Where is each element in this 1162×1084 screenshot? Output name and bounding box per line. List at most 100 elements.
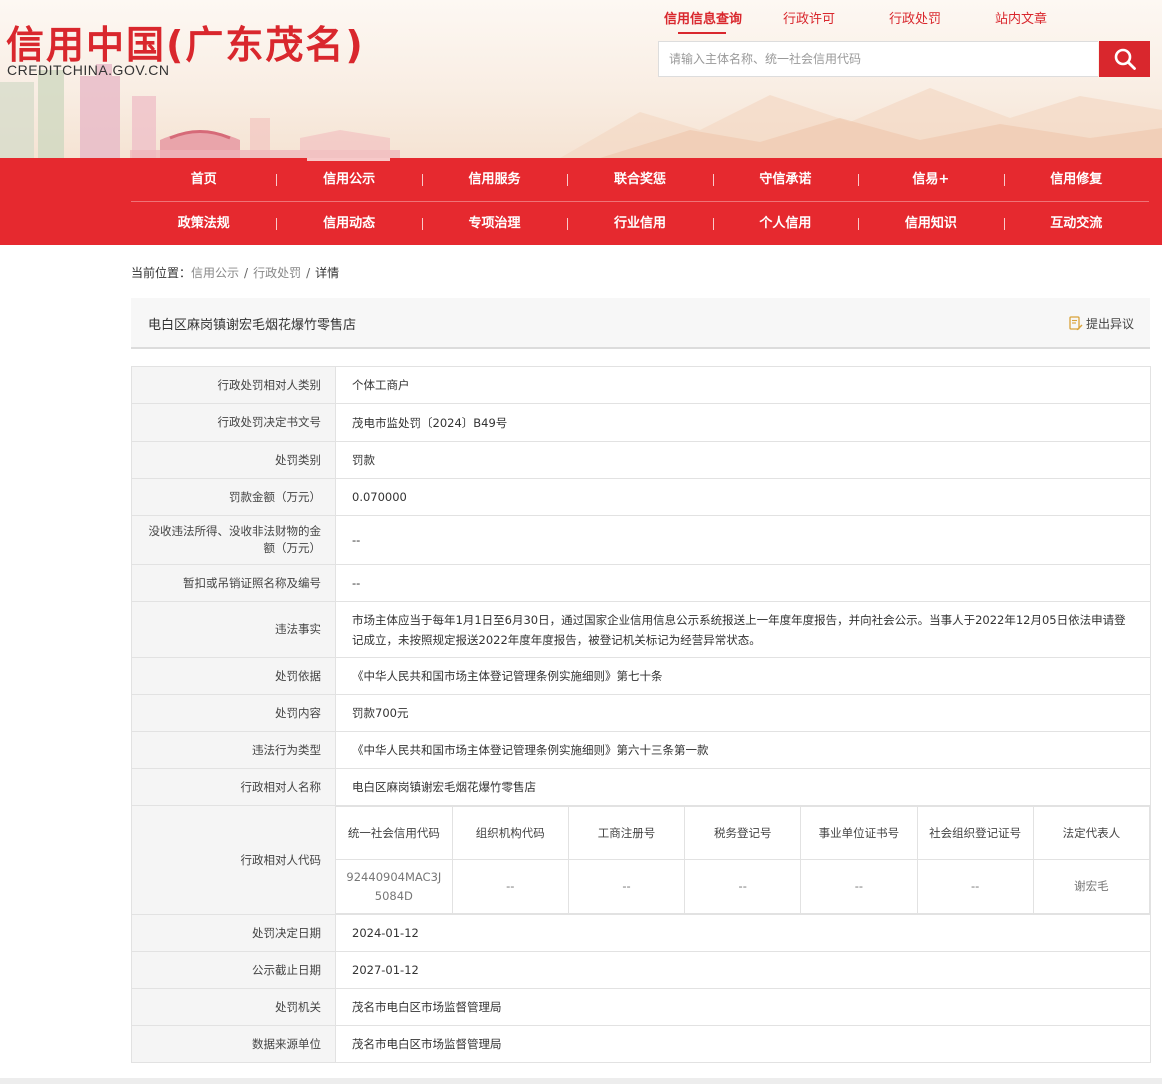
codes-header: 法定代表人 bbox=[1032, 806, 1151, 860]
detail-row: 违法事实 市场主体应当于每年1月1日至6月30日，通过国家企业信用信息公示系统报… bbox=[131, 601, 1151, 658]
nav-item-xinyi-plus[interactable]: 信易+ bbox=[858, 158, 1003, 201]
field-label: 行政相对人名称 bbox=[131, 768, 336, 806]
detail-row: 违法行为类型 《中华人民共和国市场主体登记管理条例实施细则》第六十三条第一款 bbox=[131, 731, 1151, 769]
record-title-bar: 电白区麻岗镇谢宏毛烟花爆竹零售店 提出异议 bbox=[131, 298, 1150, 349]
nav-item-home[interactable]: 首页 bbox=[131, 158, 276, 201]
breadcrumb-separator: / bbox=[244, 266, 249, 280]
detail-row: 处罚内容 罚款700元 bbox=[131, 694, 1151, 732]
top-link-admin-penalty[interactable]: 行政处罚 bbox=[862, 8, 968, 27]
site-header: 信用中国(广东茂名) CREDITCHINA.GOV.CN 信用信息查询 行政许… bbox=[0, 0, 1162, 158]
main-nav-row-2: 政策法规 信用动态 专项治理 行业信用 个人信用 信用知识 互动交流 bbox=[131, 202, 1149, 245]
field-label: 处罚类别 bbox=[131, 441, 336, 479]
field-label: 暂扣或吊销证照名称及编号 bbox=[131, 564, 336, 602]
footer-divider bbox=[0, 1078, 1162, 1084]
detail-row: 暂扣或吊销证照名称及编号 -- bbox=[131, 564, 1151, 602]
codes-value: -- bbox=[451, 859, 569, 914]
breadcrumb-link-credit-disclosure[interactable]: 信用公示 bbox=[191, 266, 239, 280]
nav-item-special-governance[interactable]: 专项治理 bbox=[421, 202, 567, 245]
site-logo-domain: CREDITCHINA.GOV.CN bbox=[7, 62, 170, 78]
record-title: 电白区麻岗镇谢宏毛烟花爆竹零售店 bbox=[148, 318, 357, 333]
field-value: 罚款700元 bbox=[335, 694, 1151, 732]
detail-row: 行政处罚相对人类别 个体工商户 bbox=[131, 366, 1151, 404]
field-label: 罚款金额（万元） bbox=[131, 478, 336, 516]
field-value: 《中华人民共和国市场主体登记管理条例实施细则》第六十三条第一款 bbox=[335, 731, 1151, 769]
nav-item-personal-credit[interactable]: 个人信用 bbox=[712, 202, 858, 245]
field-label: 违法行为类型 bbox=[131, 731, 336, 769]
penalty-detail-table: 行政处罚相对人类别 个体工商户 行政处罚决定书文号 茂电市监处罚〔2024〕B4… bbox=[131, 366, 1151, 1063]
field-value: 2027-01-12 bbox=[335, 951, 1151, 989]
detail-row: 处罚决定日期 2024-01-12 bbox=[131, 914, 1151, 952]
main-nav-row-1: 首页 信用公示 信用服务 联合奖惩 守信承诺 信易+ 信用修复 bbox=[131, 158, 1149, 202]
field-value: 茂电市监处罚〔2024〕B49号 bbox=[335, 403, 1151, 442]
field-value: 罚款 bbox=[335, 441, 1151, 479]
codes-value: -- bbox=[916, 859, 1034, 914]
detail-row: 行政处罚决定书文号 茂电市监处罚〔2024〕B49号 bbox=[131, 403, 1151, 442]
field-label: 行政处罚相对人类别 bbox=[131, 366, 336, 404]
field-label: 没收违法所得、没收非法财物的金额（万元） bbox=[131, 515, 336, 565]
field-label: 处罚机关 bbox=[131, 988, 336, 1026]
raise-objection-button[interactable]: 提出异议 bbox=[1069, 315, 1134, 332]
field-value: -- bbox=[335, 564, 1151, 602]
detail-row: 数据来源单位 茂名市电白区市场监督管理局 bbox=[131, 1025, 1151, 1063]
codes-table: 统一社会信用代码 组织机构代码 工商注册号 税务登记号 事业单位证书号 社会组织… bbox=[336, 806, 1151, 914]
main-nav: 首页 信用公示 信用服务 联合奖惩 守信承诺 信易+ 信用修复 政策法规 信用动… bbox=[0, 158, 1162, 245]
codes-cell: 统一社会信用代码 组织机构代码 工商注册号 税务登记号 事业单位证书号 社会组织… bbox=[335, 805, 1151, 915]
field-value: 个体工商户 bbox=[335, 366, 1151, 404]
search-bar bbox=[658, 41, 1150, 77]
nav-item-interaction[interactable]: 互动交流 bbox=[1003, 202, 1149, 245]
nav-item-joint-reward-punish[interactable]: 联合奖惩 bbox=[567, 158, 712, 201]
detail-row-codes: 行政相对人代码 统一社会信用代码 组织机构代码 工商注册号 税务登记号 事业单位… bbox=[131, 805, 1151, 915]
nav-item-credit-knowledge[interactable]: 信用知识 bbox=[858, 202, 1003, 245]
nav-item-industry-credit[interactable]: 行业信用 bbox=[567, 202, 712, 245]
codes-header: 组织机构代码 bbox=[451, 806, 569, 860]
codes-value: -- bbox=[800, 859, 918, 914]
nav-item-credit-commitment[interactable]: 守信承诺 bbox=[712, 158, 858, 201]
field-value: 《中华人民共和国市场主体登记管理条例实施细则》第七十条 bbox=[335, 657, 1151, 695]
field-label: 公示截止日期 bbox=[131, 951, 336, 989]
detail-row: 处罚依据 《中华人民共和国市场主体登记管理条例实施细则》第七十条 bbox=[131, 657, 1151, 695]
search-input[interactable] bbox=[658, 41, 1098, 77]
nav-item-credit-news[interactable]: 信用动态 bbox=[276, 202, 421, 245]
codes-header: 事业单位证书号 bbox=[800, 806, 918, 860]
codes-header: 税务登记号 bbox=[684, 806, 802, 860]
search-icon bbox=[1114, 48, 1136, 70]
document-edit-icon bbox=[1069, 316, 1083, 331]
codes-value-row: 92440904MAC3J5084D -- -- -- -- -- 谢宏毛 bbox=[336, 859, 1151, 914]
breadcrumb-prefix: 当前位置： bbox=[131, 266, 192, 280]
site-logo[interactable]: 信用中国(广东茂名) bbox=[6, 14, 365, 69]
codes-value-uscc: 92440904MAC3J5084D bbox=[336, 859, 453, 914]
top-nav: 信用信息查询 行政许可 行政处罚 站内文章 bbox=[650, 8, 1074, 34]
top-link-credit-query[interactable]: 信用信息查询 bbox=[650, 8, 756, 27]
codes-value: -- bbox=[567, 859, 686, 914]
detail-row: 处罚类别 罚款 bbox=[131, 441, 1151, 479]
nav-item-credit-repair[interactable]: 信用修复 bbox=[1003, 158, 1149, 201]
codes-value: -- bbox=[684, 859, 802, 914]
breadcrumb-separator: / bbox=[306, 266, 311, 280]
nav-item-policies[interactable]: 政策法规 bbox=[131, 202, 276, 245]
breadcrumb-link-admin-penalty[interactable]: 行政处罚 bbox=[253, 266, 301, 280]
detail-row: 公示截止日期 2027-01-12 bbox=[131, 951, 1151, 989]
top-link-admin-license[interactable]: 行政许可 bbox=[756, 8, 862, 27]
detail-row: 没收违法所得、没收非法财物的金额（万元） -- bbox=[131, 515, 1151, 565]
nav-item-credit-disclosure[interactable]: 信用公示 bbox=[276, 158, 421, 201]
detail-row: 罚款金额（万元） 0.070000 bbox=[131, 478, 1151, 516]
raise-objection-label: 提出异议 bbox=[1085, 317, 1134, 331]
search-button[interactable] bbox=[1099, 41, 1150, 77]
field-value: 市场主体应当于每年1月1日至6月30日，通过国家企业信用信息公示系统报送上一年度… bbox=[335, 601, 1151, 658]
detail-row: 行政相对人名称 电白区麻岗镇谢宏毛烟花爆竹零售店 bbox=[131, 768, 1151, 806]
field-label: 处罚依据 bbox=[131, 657, 336, 695]
codes-header: 工商注册号 bbox=[567, 806, 686, 860]
field-label: 处罚内容 bbox=[131, 694, 336, 732]
breadcrumb-current: 详情 bbox=[315, 266, 340, 280]
top-link-active-indicator bbox=[678, 32, 726, 34]
field-value: -- bbox=[335, 515, 1151, 565]
field-label: 处罚决定日期 bbox=[131, 914, 336, 952]
detail-row: 处罚机关 茂名市电白区市场监督管理局 bbox=[131, 988, 1151, 1026]
nav-item-credit-service[interactable]: 信用服务 bbox=[421, 158, 567, 201]
breadcrumb: 当前位置：信用公示 / 行政处罚 / 详情 bbox=[131, 264, 339, 281]
codes-value-legal-rep: 谢宏毛 bbox=[1032, 859, 1151, 914]
field-label: 行政处罚决定书文号 bbox=[131, 403, 336, 442]
field-value: 茂名市电白区市场监督管理局 bbox=[335, 1025, 1151, 1063]
top-link-site-articles[interactable]: 站内文章 bbox=[968, 8, 1074, 27]
field-value: 电白区麻岗镇谢宏毛烟花爆竹零售店 bbox=[335, 768, 1151, 806]
